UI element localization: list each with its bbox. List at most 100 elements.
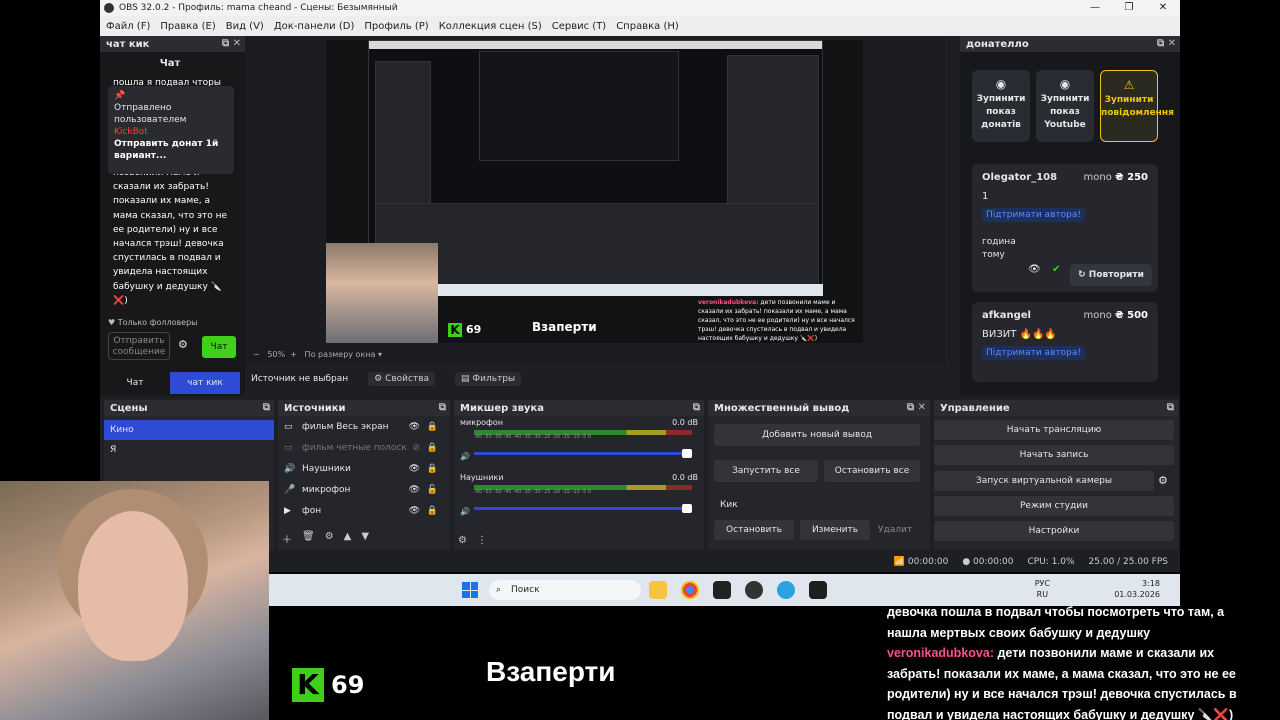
source-item[interactable]: 🔊 Наушники 👁 🔒 [278,459,450,480]
menu-tools[interactable]: Сервис (T) [552,21,606,32]
eye-hidden-icon[interactable]: ⊘ [412,438,420,459]
menu-help[interactable]: Справка (H) [616,21,679,32]
channel-name: микрофон [460,418,504,427]
add-icon[interactable]: ＋ [282,531,292,546]
eye-icon[interactable]: 👁 [409,417,420,438]
settings-button[interactable]: Настройки [934,521,1174,541]
dock-float-close-icon[interactable]: ⧉ ✕ [907,400,926,416]
eye-icon[interactable]: 👁 [409,501,420,522]
menu-view[interactable]: Вид (V) [226,21,264,32]
chat-input[interactable]: Отправить сообщение [108,332,170,360]
menu-scene-collection[interactable]: Коллекция сцен (S) [439,21,542,32]
eye-icon[interactable]: 👁 [409,480,420,501]
slider-knob[interactable] [682,449,692,458]
gear-icon[interactable]: ⚙ [325,531,334,546]
davinci-icon[interactable] [713,581,731,599]
volume-slider[interactable] [474,504,692,513]
start-virtual-camera-button[interactable]: Запуск виртуальной камеры [934,471,1154,491]
pinned-message[interactable]: 📌 Отправлено пользователем KickBot Отпра… [108,86,234,174]
source-item[interactable]: ▭ фильм Весь экран 👁 🔒 [278,417,450,438]
scene-item[interactable]: Кино [104,420,274,440]
clock-date: 01.03.2026 [1114,590,1160,599]
support-author-link[interactable]: Підтримати автора! [982,346,1085,360]
chat-line: ее родители) ну и все [113,224,218,235]
language-indicator[interactable]: РУС [1035,578,1050,589]
menu-dots-icon[interactable]: ⋮ [477,535,487,546]
dock-float-close-icon[interactable]: ⧉ ✕ [1157,36,1176,52]
unlock-icon[interactable]: 🔓 [427,480,438,501]
windows-start-icon[interactable] [462,582,478,598]
stop-donations-button[interactable]: ◉ Зупинити показ донатів [972,70,1030,142]
start-recording-button[interactable]: Начать запись [934,445,1174,465]
pinned-status: Отправлено пользователем [114,103,187,125]
display-icon: ▭ [284,443,293,453]
tab-chat[interactable]: Чат [100,372,170,394]
move-up-icon[interactable]: ▲ [344,531,352,546]
trash-icon[interactable]: 🗑 [302,531,315,546]
edit-output-button[interactable]: Изменить [800,520,870,540]
lock-icon[interactable]: 🔒 [427,459,438,480]
telegram-icon[interactable] [777,581,795,599]
advanced-audio-icon[interactable]: ⚙ [458,535,467,546]
speaker-icon[interactable]: 🔊 [460,507,470,516]
lock-icon[interactable]: 🔒 [427,501,438,522]
preview-canvas[interactable]: K 69 Взаперти veronikadubkova: дети позв… [326,40,863,343]
scene-item[interactable]: Я [104,440,274,460]
dock-float-close-icon[interactable]: ⧉ ✕ [222,36,241,52]
chat-dock-title: чат кик ⧉ ✕ [100,36,245,52]
speaker-icon[interactable]: 🔊 [460,452,470,461]
fit-mode-select[interactable]: По размеру окна [305,350,376,359]
stop-messages-button[interactable]: ⚠ Зупинити повідомлення [1100,70,1174,142]
gear-icon[interactable]: ⚙ [1158,474,1168,487]
chrome-icon[interactable] [681,581,699,599]
menu-file[interactable]: Файл (F) [106,21,150,32]
zoom-controls[interactable]: − 50% + По размеру окна ▾ [253,350,382,359]
check-icon[interactable]: ✔ [1052,264,1060,275]
menu-docks[interactable]: Док-панели (D) [274,21,355,32]
studio-mode-button[interactable]: Режим студии [934,496,1174,516]
dock-float-icon[interactable]: ⧉ [439,400,446,416]
tab-chat-kick[interactable]: чат кик [170,372,240,394]
delete-output-button[interactable]: Удалит [878,520,920,540]
file-explorer-icon[interactable] [649,581,667,599]
stop-youtube-label: Зупинити показ Youtube [1040,94,1090,130]
slider-knob[interactable] [682,504,692,513]
source-item[interactable]: ▭ фильм четные полоск ⊘ 🔒 [278,438,450,459]
stop-youtube-button[interactable]: ◉ Зупинити показ Youtube [1036,70,1094,142]
menu-edit[interactable]: Правка (E) [160,21,215,32]
dock-float-icon[interactable]: ⧉ [1167,400,1174,416]
source-item[interactable]: ▶ фон 👁 🔒 [278,501,450,522]
properties-button[interactable]: ⚙ Свойства [368,372,436,386]
stop-output-button[interactable]: Остановить [714,520,794,540]
terminal-icon[interactable] [809,581,827,599]
source-toolbar: Источник не выбран ⚙ Свойства ▤ Фильтры [245,366,945,392]
stop-donations-label: Зупинити показ донатів [976,94,1026,130]
eye-icon[interactable]: 👁 [409,459,420,480]
start-streaming-button[interactable]: Начать трансляцию [934,420,1174,440]
minimize-button[interactable]: — [1078,0,1112,16]
move-down-icon[interactable]: ▼ [361,531,369,546]
lock-icon[interactable]: 🔒 [427,438,438,459]
maximize-button[interactable]: ❐ [1112,0,1146,16]
add-output-button[interactable]: Добавить новый вывод [714,424,920,446]
repeat-button[interactable]: ↻ Повторити [1070,264,1152,286]
menu-profile[interactable]: Профиль (P) [364,21,428,32]
gear-icon[interactable]: ⚙ [178,338,188,351]
eye-icon[interactable]: 👁 [1028,264,1041,275]
filters-button[interactable]: ▤ Фильтры [455,372,522,386]
donation-amount: mono ₴ 250 [1084,172,1148,183]
close-button[interactable]: ✕ [1146,0,1180,16]
stop-all-button[interactable]: Остановить все [824,460,920,482]
obs-taskbar-icon[interactable] [745,581,763,599]
lock-icon[interactable]: 🔒 [427,417,438,438]
preview-area[interactable]: K 69 Взаперти veronikadubkova: дети позв… [245,36,945,366]
source-item[interactable]: 🎤 микрофон 👁 🔓 [278,480,450,501]
donation-time: година тому [982,237,1016,260]
dock-float-icon[interactable]: ⧉ [693,400,700,416]
start-all-button[interactable]: Запустить все [714,460,818,482]
volume-slider[interactable] [474,449,692,458]
dock-float-icon[interactable]: ⧉ [263,400,270,416]
taskbar-search[interactable]: ⌕ Поиск [489,580,641,600]
support-author-link[interactable]: Підтримати автора! [982,208,1085,222]
chat-send-button[interactable]: Чат [202,336,236,358]
